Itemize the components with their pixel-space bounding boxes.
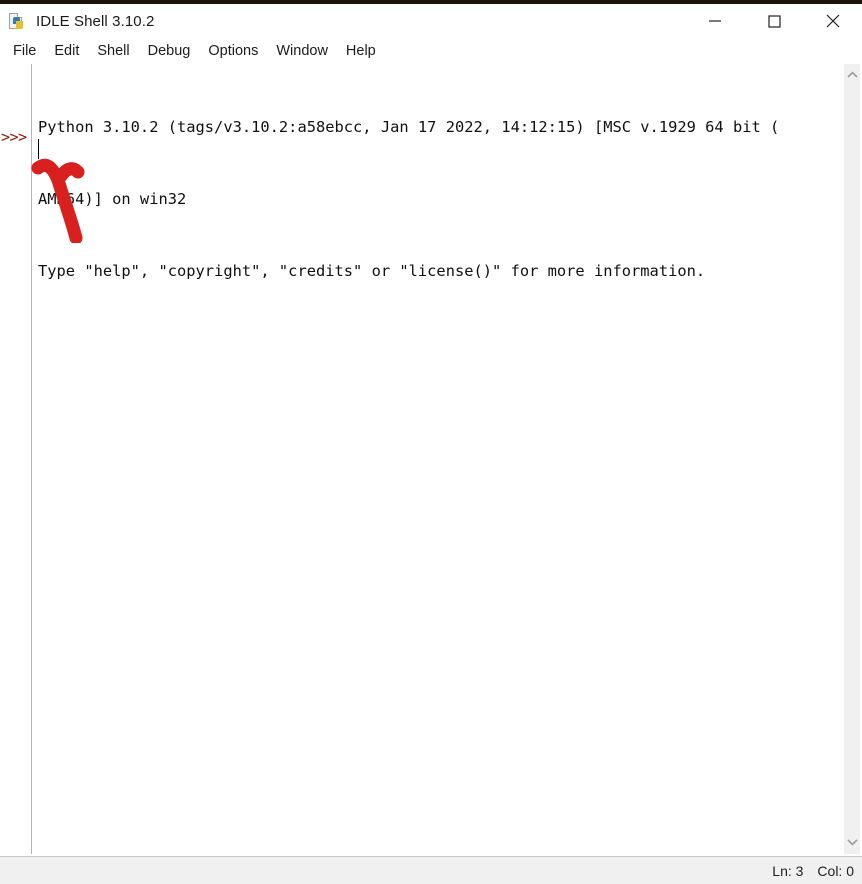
python-file-icon bbox=[9, 12, 26, 30]
minimize-icon bbox=[708, 20, 721, 22]
status-column-number: Col: 0 bbox=[817, 862, 854, 879]
menu-item-file[interactable]: File bbox=[4, 41, 45, 61]
shell-area: >>> Python 3.10.2 (tags/v3.10.2:a58ebcc,… bbox=[0, 64, 862, 854]
shell-line: Type "help", "copyright", "credits" or "… bbox=[38, 262, 706, 280]
shell-line: Python 3.10.2 (tags/v3.10.2:a58ebcc, Jan… bbox=[38, 118, 780, 136]
shell-banner-text: Python 3.10.2 (tags/v3.10.2:a58ebcc, Jan… bbox=[38, 67, 843, 331]
menu-item-debug[interactable]: Debug bbox=[139, 41, 200, 61]
maximize-button[interactable] bbox=[744, 4, 803, 38]
maximize-icon bbox=[767, 15, 781, 28]
chevron-down-icon bbox=[847, 838, 858, 846]
menu-bar: File Edit Shell Debug Options Window Hel… bbox=[0, 38, 862, 64]
shell-line: AMD64)] on win32 bbox=[38, 190, 187, 208]
minimize-button[interactable] bbox=[685, 4, 744, 38]
status-bar: Ln: 3 Col: 0 bbox=[0, 856, 862, 884]
shell-prompt: >>> bbox=[1, 128, 27, 146]
text-cursor bbox=[38, 139, 39, 159]
close-icon bbox=[826, 14, 839, 28]
idle-shell-window: IDLE Shell 3.10.2 File Edit Shell Debug … bbox=[0, 0, 862, 884]
menu-item-help[interactable]: Help bbox=[337, 41, 385, 61]
window-controls bbox=[685, 4, 862, 38]
menu-item-edit[interactable]: Edit bbox=[45, 41, 88, 61]
prompt-gutter: >>> bbox=[0, 64, 32, 854]
status-line-number: Ln: 3 bbox=[772, 862, 804, 879]
status-position: Ln: 3 Col: 0 bbox=[772, 863, 854, 879]
close-button[interactable] bbox=[803, 4, 862, 38]
menu-item-window[interactable]: Window bbox=[267, 41, 337, 61]
vertical-scrollbar[interactable] bbox=[843, 64, 860, 854]
scroll-up-button[interactable] bbox=[844, 66, 861, 83]
menu-item-options[interactable]: Options bbox=[199, 41, 267, 61]
shell-text-output[interactable]: Python 3.10.2 (tags/v3.10.2:a58ebcc, Jan… bbox=[33, 64, 843, 854]
title-bar: IDLE Shell 3.10.2 bbox=[0, 4, 862, 38]
scroll-down-button[interactable] bbox=[844, 833, 861, 850]
window-title: IDLE Shell 3.10.2 bbox=[36, 12, 155, 30]
menu-item-shell[interactable]: Shell bbox=[88, 41, 138, 61]
chevron-up-icon bbox=[847, 70, 858, 78]
